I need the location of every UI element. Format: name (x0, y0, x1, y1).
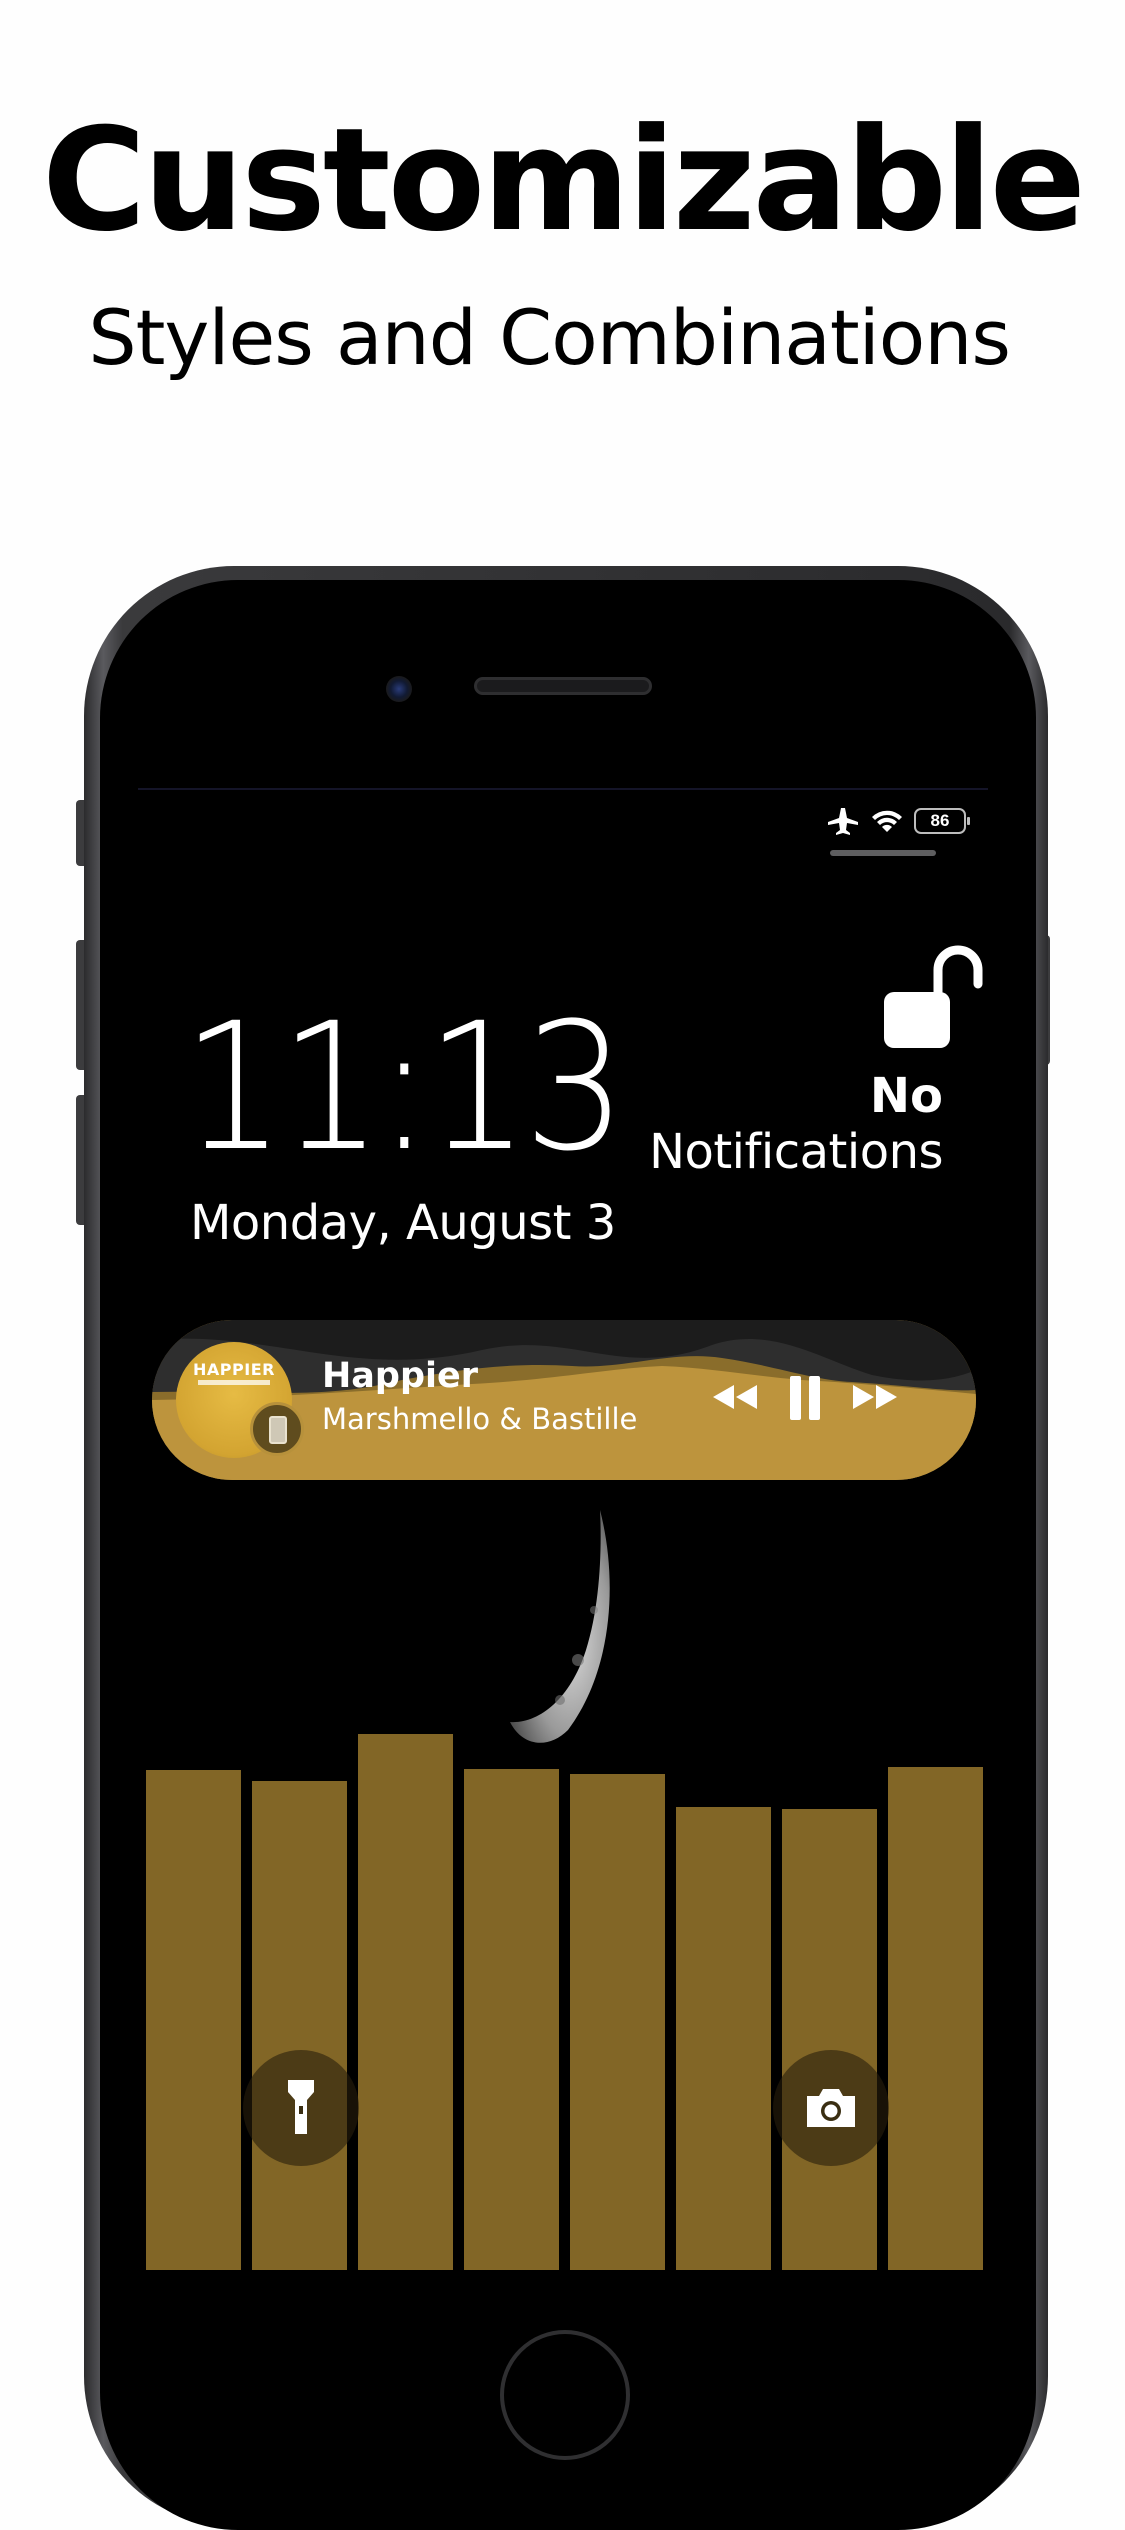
status-bar: 86 (826, 804, 970, 838)
control-center-grabber[interactable] (830, 850, 936, 856)
rewind-icon[interactable] (710, 1382, 760, 1412)
earpiece-speaker (474, 677, 652, 695)
camera-icon (807, 2089, 855, 2127)
visualizer-bar (570, 1774, 665, 2270)
home-button[interactable] (500, 2330, 630, 2460)
visualizer-bar (464, 1769, 559, 2270)
visualizer-bar (888, 1767, 983, 2270)
visualizer-bar (358, 1734, 453, 2270)
notifications-status-line1: No (869, 1068, 943, 1124)
unlocked-padlock-icon (884, 945, 983, 1048)
clock-date: Monday, August 3 (190, 1195, 616, 1251)
flashlight-button[interactable] (243, 2050, 359, 2166)
song-artist: Marshmello & Bastille (322, 1402, 638, 1436)
battery-icon: 86 (914, 808, 970, 834)
wifi-icon (872, 810, 902, 832)
pause-icon[interactable] (788, 1376, 822, 1420)
album-art-subtitle (198, 1380, 270, 1385)
promo-subtitle: Styles and Combinations (88, 293, 1011, 382)
screen-bottom-edge (138, 2270, 988, 2295)
airplane-icon (828, 808, 858, 835)
clock-time: 11:13 (182, 985, 627, 1190)
album-art-title: HAPPIER (193, 1360, 275, 1379)
moon-wallpaper (510, 1510, 610, 1743)
notifications-status-line2: Notifications (649, 1124, 943, 1180)
visualizer-bar (676, 1807, 771, 2270)
visualizer-bar (252, 1781, 347, 2270)
promo-title: Customizable (42, 98, 1086, 263)
front-camera (386, 676, 412, 702)
flashlight-icon (288, 2080, 314, 2134)
output-device-icon[interactable] (250, 1402, 304, 1456)
now-playing-widget[interactable]: HAPPIER Happier Marshmello & Bastille (152, 1320, 976, 1480)
fast-forward-icon[interactable] (850, 1382, 900, 1412)
camera-button[interactable] (773, 2050, 889, 2166)
visualizer-bar (146, 1770, 241, 2270)
song-title: Happier (322, 1356, 479, 1396)
lock-screen: 86 No Notifications 11:13 Monday, August… (138, 788, 988, 2295)
visualizer-bar (782, 1809, 877, 2270)
